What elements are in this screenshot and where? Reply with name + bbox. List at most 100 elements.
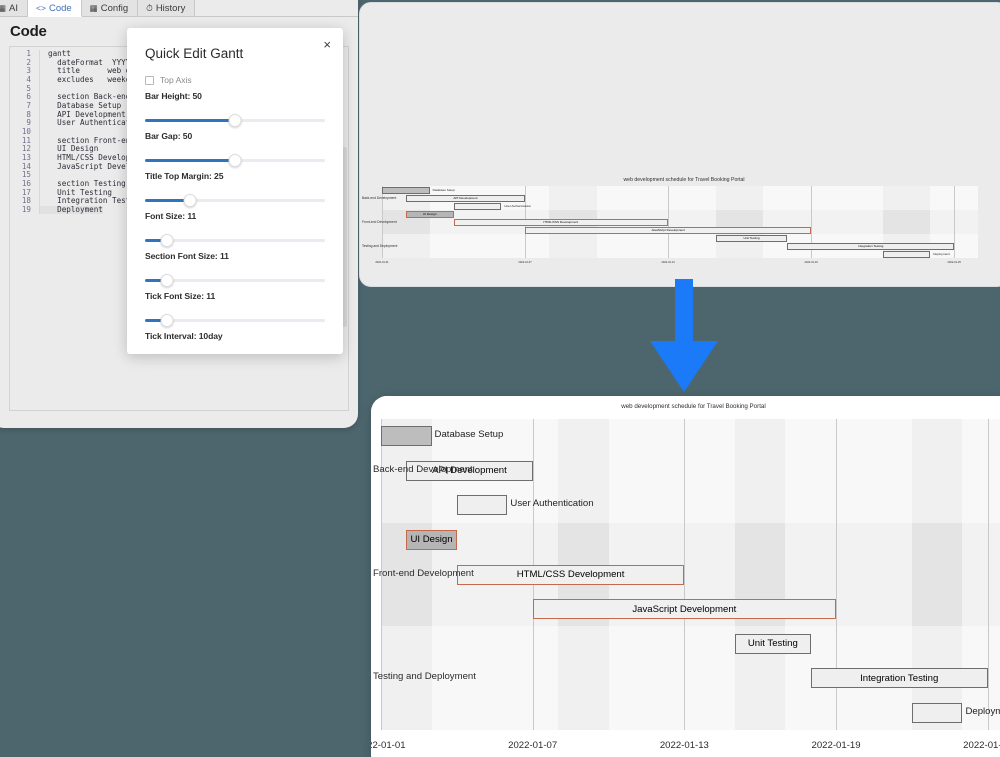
gantt-bar-label: Deployment [965,705,1000,717]
clock-icon: ⏱ [146,2,153,13]
gantt-bar[interactable]: Integration Testing [810,668,988,689]
slider-handle[interactable] [228,154,242,167]
slider-label: Font Size: 11 [145,211,197,221]
section-label: Front-end Development [362,219,397,224]
axis-tick-label: 2022-01-13 [661,261,675,264]
code-line-number: 6 [10,93,40,102]
section-label: Back-end Development [373,464,473,476]
section-label: Testing and Deployment [362,243,398,248]
slider-fill [145,119,235,122]
gantt-bar[interactable] [882,250,931,258]
checkbox-icon[interactable] [145,75,154,85]
quick-edit-modal: Quick Edit Gantt × Top Axis Bar Height: … [127,28,343,354]
tab-bar: ▦ AI <> Code ▦ Config ⏱ History [0,0,358,17]
gantt-bar-label: User Authentication [504,203,532,208]
gantt-preview-card: web development schedule for Travel Book… [371,396,1000,757]
slider-handle[interactable] [228,114,242,127]
document-icon: ▦ [0,2,7,13]
code-line-number: 2 [10,58,40,68]
gantt-bar[interactable]: Integration Testing [787,242,955,250]
slider-list: Bar Height: 50 Bar Gap: 50 Title Top Margi… [127,91,343,354]
gantt-bar[interactable] [382,186,430,194]
axis-tick-label: 2022-01-13 [659,740,709,751]
slider-fill [145,159,235,162]
gantt-bar[interactable]: HTML/CSS Development [456,564,685,585]
top-axis-row[interactable]: Top Axis [127,72,343,91]
slider-group: Font Size: 11 [127,211,343,250]
grid-line [668,186,670,258]
gantt-chart-large: web development schedule for Travel Book… [371,396,1000,757]
tab-code[interactable]: <> Code [28,0,82,17]
slider-handle[interactable] [160,314,174,327]
tab-code-label: Code [48,2,72,14]
slider-track[interactable] [145,352,325,354]
tab-history[interactable]: ⏱ History [138,0,196,16]
grid-line [954,186,956,258]
slider-label: Bar Gap: 50 [145,131,193,141]
code-line-number: 8 [10,110,40,120]
gantt-bar[interactable]: JavaScript Development [525,226,812,234]
gantt-bar-label: Database Setup [434,429,504,441]
tab-config[interactable]: ▦ Config [81,0,139,16]
slider-label: Section Font Size: 11 [145,251,229,261]
top-axis-label: Top Axis [160,75,192,85]
slider-track[interactable] [145,312,325,330]
axis-tick-label: 2022-01-19 [811,740,861,751]
gantt-bar-label: Database Setup [432,187,455,192]
gantt-bar-label: Deployment [933,251,950,256]
gantt-bar[interactable]: HTML/CSS Development [453,218,669,226]
axis-tick-label: 2022-01-01 [371,740,406,751]
section-label: Back-end Development [362,195,397,200]
section-label: Front-end Development [373,567,474,579]
gantt-bar[interactable]: UI Design [405,210,454,218]
chart-title: web development schedule for Travel Book… [623,177,745,183]
gantt-bar[interactable] [453,202,502,210]
gantt-bar-label: User Authentication [510,498,594,510]
code-line-number: 4 [10,75,40,85]
grid-line [684,419,686,730]
axis-tick-label: 2022-01-19 [804,261,818,264]
modal-body: Top Axis Bar Height: 50 Bar Gap: 50 Title … [127,72,343,354]
tab-config-label: Config [100,2,129,14]
axis-tick-label: 2022-01-01 [375,261,389,264]
axis-tick-label: 2022-01-25 [963,740,1000,751]
axis-tick-label: 2022-01-07 [518,261,532,264]
slider-track[interactable] [145,232,325,250]
gantt-bar[interactable]: API Development [405,194,526,202]
slider-track[interactable] [145,272,325,290]
gantt-bar[interactable] [456,495,508,516]
slider-group: Title Top Margin: 25 [127,171,343,210]
gantt-bar[interactable]: Unit Testing [734,633,811,654]
slider-handle[interactable] [160,274,174,287]
code-line-number: 19 [10,205,40,215]
slider-group: Tick Font Size: 11 [127,291,343,330]
tab-history-label: History [155,2,186,14]
gantt-bar[interactable]: JavaScript Development [532,599,837,620]
slider-label: Bar Height: 50 [145,91,202,101]
slider-group: Tick Interval: 10day [127,331,343,354]
section-label: Testing and Deployment [373,671,476,683]
tab-ai-label: AI [9,2,19,14]
code-line-number: 7 [10,101,40,111]
tab-bar-filler [195,0,358,16]
slider-track[interactable] [145,192,325,210]
tab-ai[interactable]: ▦ AI [0,0,29,16]
code-line-number: 5 [10,84,40,94]
chart-plot-area: Database Setup API Development User Authen… [382,186,978,258]
code-line-number: 1 [10,49,40,59]
slider-handle[interactable] [160,234,174,247]
gantt-bar[interactable]: UI Design [406,529,457,550]
slider-track[interactable] [145,152,325,170]
gantt-bar[interactable] [911,702,963,723]
gantt-bar[interactable]: Unit Testing [715,234,788,242]
chart-title: web development schedule for Travel Book… [621,403,766,410]
close-icon[interactable]: × [323,38,331,51]
slider-track[interactable] [145,112,325,130]
arrow-down-icon [650,279,718,392]
preview-panel: ✎ Quick Edit web development schedule fo… [359,2,1000,287]
config-file-icon: ▦ [89,2,98,13]
gantt-bar[interactable] [381,426,432,447]
slider-handle[interactable] [183,194,197,207]
axis-tick-label: 2022-01-07 [508,740,558,751]
slider-group: Section Font Size: 11 [127,251,343,290]
